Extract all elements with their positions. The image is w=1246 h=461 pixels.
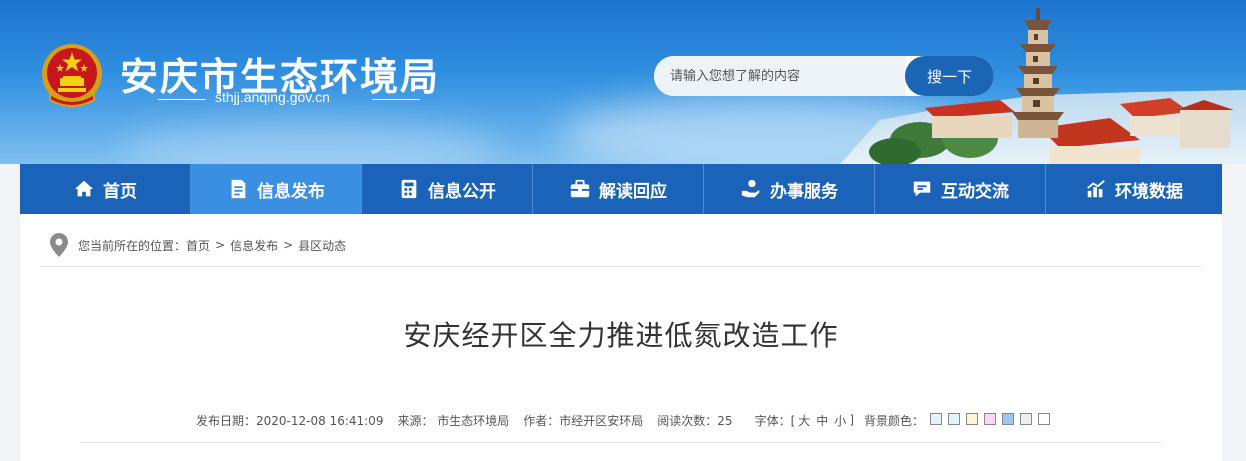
location-pin-icon — [50, 233, 68, 257]
breadcrumb-separator: > — [215, 238, 226, 252]
site-url: sthjj.anqing.gov.cn — [215, 89, 330, 105]
nav-item-services[interactable]: 办事服务 — [704, 164, 875, 214]
breadcrumb-link-info-release[interactable]: 信息发布 — [230, 237, 278, 254]
divider-line — [372, 99, 420, 100]
article-meta: 发布日期：2020-12-08 16:41:09 来源： 市生态环境局 作者：市… — [196, 411, 1051, 429]
background-color-swatches — [924, 412, 1051, 428]
article-source: 来源： 市生态环境局 — [397, 413, 510, 428]
home-icon — [74, 180, 94, 197]
nav-item-interpretation[interactable]: 解读回应 — [533, 164, 704, 214]
background-color-swatch[interactable] — [966, 412, 979, 425]
publish-date: 发布日期：2020-12-08 16:41:09 — [196, 413, 384, 428]
nav-item-interaction[interactable]: 互动交流 — [875, 164, 1046, 214]
background-color-label: 背景颜色： — [864, 413, 925, 428]
font-size-bracket: ] — [849, 413, 854, 427]
national-emblem-icon — [42, 44, 102, 107]
breadcrumb: 您当前所在的位置： 首页 > 信息发布 > 县区动态 — [50, 232, 346, 258]
nav-item-label: 首页 — [103, 181, 137, 202]
chat-icon — [913, 181, 931, 197]
nav-item-label: 办事服务 — [770, 181, 838, 202]
font-size-medium-button[interactable]: 中 — [816, 412, 828, 429]
nav-item-label: 环境数据 — [1115, 181, 1183, 202]
article-author: 作者：市经开区安环局 — [523, 413, 644, 428]
nav-item-label: 解读回应 — [599, 181, 667, 202]
divider — [40, 266, 1202, 267]
font-size-large-button[interactable]: 大 — [798, 412, 810, 429]
article-title: 安庆经开区全力推进低氮改造工作 — [403, 319, 839, 352]
background-color-swatch[interactable] — [1020, 412, 1033, 425]
divider — [80, 442, 1162, 443]
background-color-swatch[interactable] — [984, 412, 997, 425]
view-count: 阅读次数：25 — [657, 413, 733, 428]
nav-item-label: 信息公开 — [428, 181, 496, 202]
article-content: 您当前所在的位置： 首页 > 信息发布 > 县区动态 安庆经开区全力推进低氮改造… — [20, 214, 1222, 461]
document-icon — [231, 179, 246, 199]
chart-icon — [1087, 180, 1105, 198]
background-color-swatch[interactable] — [948, 412, 961, 425]
nav-item-env-data[interactable]: 环境数据 — [1046, 164, 1222, 214]
hand-service-icon — [741, 179, 760, 198]
breadcrumb-separator: > — [283, 238, 294, 252]
background-color-swatch[interactable] — [1038, 412, 1051, 425]
main-nav: 首页 信息发布 信息公开 解读回应 办事服务 互动交流 环境数据 — [20, 164, 1222, 214]
nav-item-info-disclosure[interactable]: 信息公开 — [362, 164, 533, 214]
breadcrumb-link-home[interactable]: 首页 — [186, 237, 210, 254]
divider-line — [158, 99, 206, 100]
nav-item-home[interactable]: 首页 — [20, 164, 191, 214]
cityscape-banner-image — [840, 8, 1246, 164]
font-size-label: 字体：[ — [754, 413, 796, 428]
nav-item-info-release[interactable]: 信息发布 — [191, 164, 362, 214]
briefcase-icon — [570, 179, 590, 198]
site-header: 安庆市生态环境局 sthjj.anqing.gov.cn 搜一下 — [0, 0, 1246, 164]
font-size-small-button[interactable]: 小 — [834, 412, 846, 429]
breadcrumb-link-county-news[interactable]: 县区动态 — [298, 237, 346, 254]
background-color-swatch[interactable] — [930, 412, 943, 425]
background-color-swatch[interactable] — [1002, 412, 1015, 425]
nav-item-label: 互动交流 — [941, 181, 1009, 202]
nav-item-label: 信息发布 — [257, 181, 325, 202]
calculator-icon — [401, 179, 417, 199]
cloud-decoration — [120, 120, 500, 164]
breadcrumb-prefix: 您当前所在的位置： — [78, 238, 187, 253]
